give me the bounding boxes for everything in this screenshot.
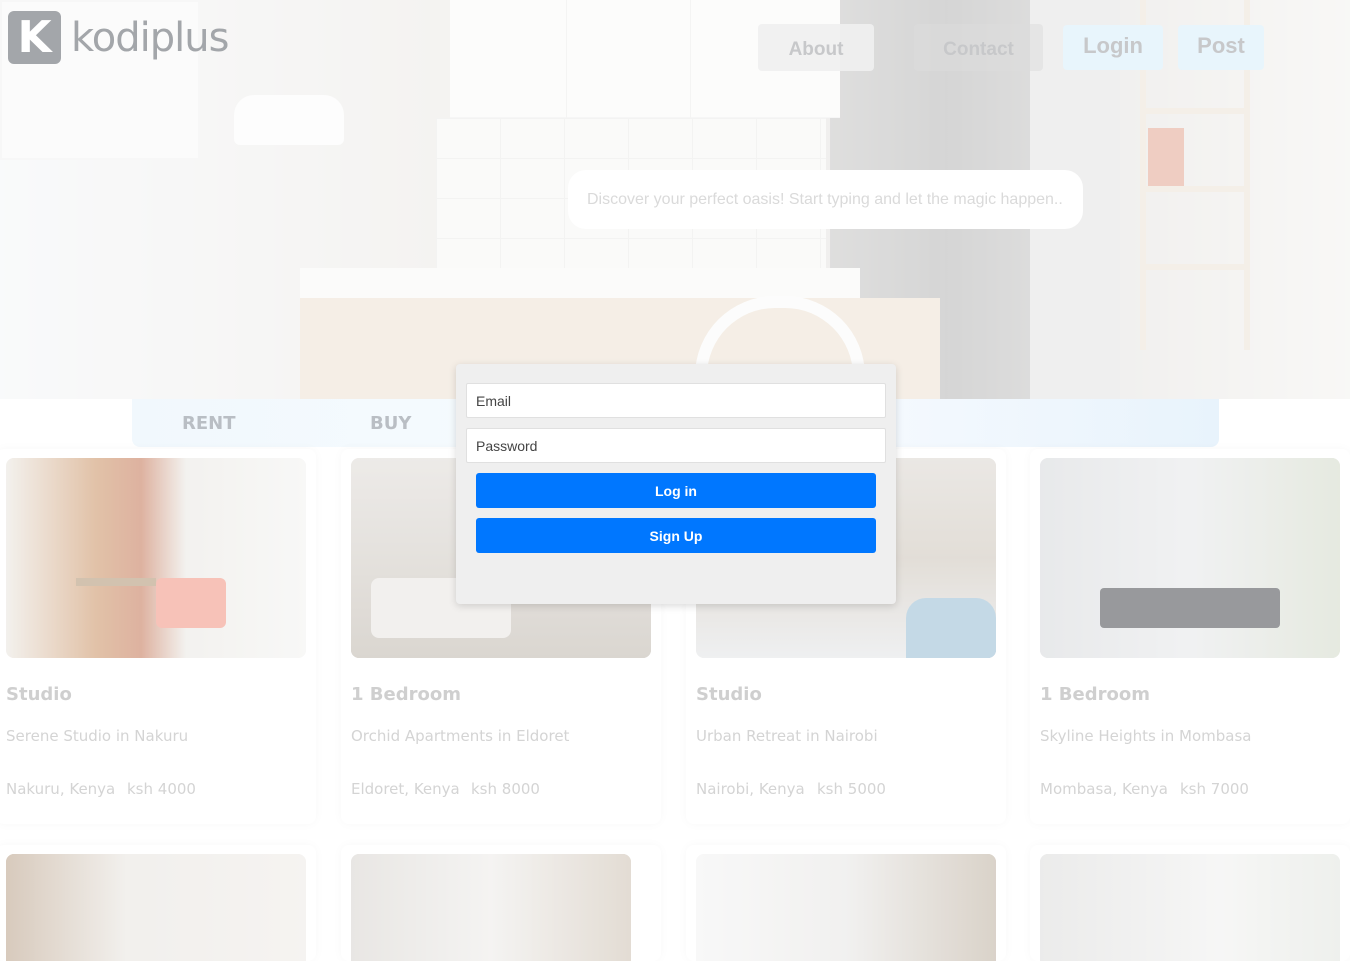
tab-buy[interactable]: BUY <box>370 413 411 434</box>
logo-letter: K <box>17 11 52 63</box>
listing-price: ksh 7000 <box>1180 780 1249 798</box>
listing-title: Orchid Apartments in Eldoret <box>351 727 570 745</box>
login-button[interactable]: Log in <box>476 473 876 508</box>
nav-login-button[interactable]: Login <box>1063 25 1163 70</box>
tab-rent[interactable]: RENT <box>182 413 236 434</box>
logo[interactable]: K kodiplus <box>8 11 229 64</box>
listing-card[interactable] <box>341 845 661 961</box>
listing-price: ksh 8000 <box>471 780 540 798</box>
listing-title: Urban Retreat in Nairobi <box>696 727 878 745</box>
nav-about-button[interactable]: About <box>758 24 874 71</box>
listing-photo <box>1040 854 1340 961</box>
listing-card[interactable] <box>686 845 1006 961</box>
listing-type: Studio <box>696 684 762 705</box>
listing-photo <box>1040 458 1340 658</box>
nav-post-button[interactable]: Post <box>1178 25 1264 70</box>
listing-location: Nairobi, Kenya <box>696 780 805 798</box>
listing-location: Nakuru, Kenya <box>6 780 116 798</box>
listing-card[interactable] <box>0 845 316 961</box>
listing-type: 1 Bedroom <box>351 684 461 705</box>
listing-photo <box>6 854 306 961</box>
listing-location: Eldoret, Kenya <box>351 780 460 798</box>
listing-card[interactable]: Studio Serene Studio in Nakuru Nakuru, K… <box>0 449 316 824</box>
listing-title: Serene Studio in Nakuru <box>6 727 189 745</box>
logo-icon: K <box>8 11 61 64</box>
listing-location: Mombasa, Kenya <box>1040 780 1168 798</box>
listing-type: Studio <box>6 684 72 705</box>
listing-card[interactable]: 1 Bedroom Skyline Heights in Mombasa Mom… <box>1030 449 1350 824</box>
listing-price: ksh 4000 <box>127 780 196 798</box>
logo-text: kodiplus <box>71 14 229 61</box>
email-field[interactable] <box>466 383 886 418</box>
listing-title: Skyline Heights in Mombasa <box>1040 727 1252 745</box>
listing-card[interactable] <box>1030 845 1350 961</box>
signup-button[interactable]: Sign Up <box>476 518 876 553</box>
nav-contact-button[interactable]: Contact <box>914 24 1043 71</box>
listing-price: ksh 5000 <box>817 780 886 798</box>
listing-type: 1 Bedroom <box>1040 684 1150 705</box>
listing-photo <box>6 458 306 658</box>
password-field[interactable] <box>466 428 886 463</box>
login-modal: Log in Sign Up <box>456 364 896 604</box>
listing-photo <box>351 854 631 961</box>
listing-photo <box>696 854 996 961</box>
search-input[interactable] <box>568 170 1083 229</box>
